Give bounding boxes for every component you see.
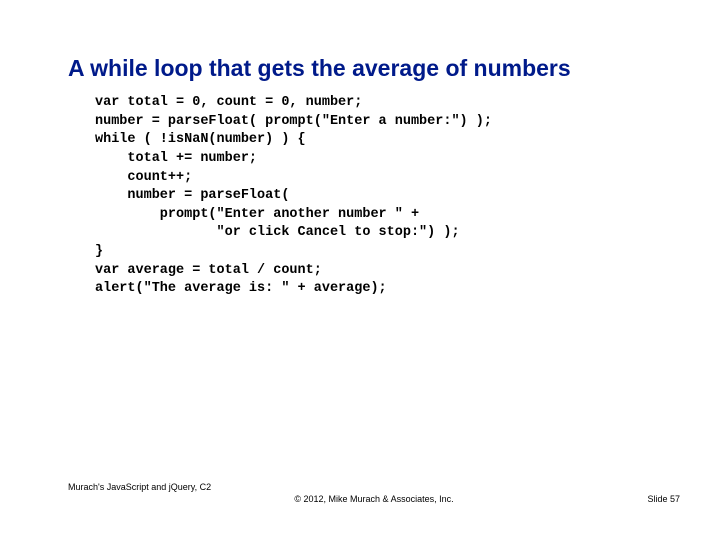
slide: A while loop that gets the average of nu… <box>0 0 720 540</box>
footer-book-title: Murach's JavaScript and jQuery, C2 <box>68 482 211 493</box>
footer-slide-number: Slide 57 <box>647 494 680 504</box>
footer-copyright: © 2012, Mike Murach & Associates, Inc. <box>68 494 680 504</box>
code-block: var total = 0, count = 0, number; number… <box>95 94 492 299</box>
footer: Murach's JavaScript and jQuery, C2 © 201… <box>68 482 680 510</box>
page-title: A while loop that gets the average of nu… <box>68 55 680 83</box>
